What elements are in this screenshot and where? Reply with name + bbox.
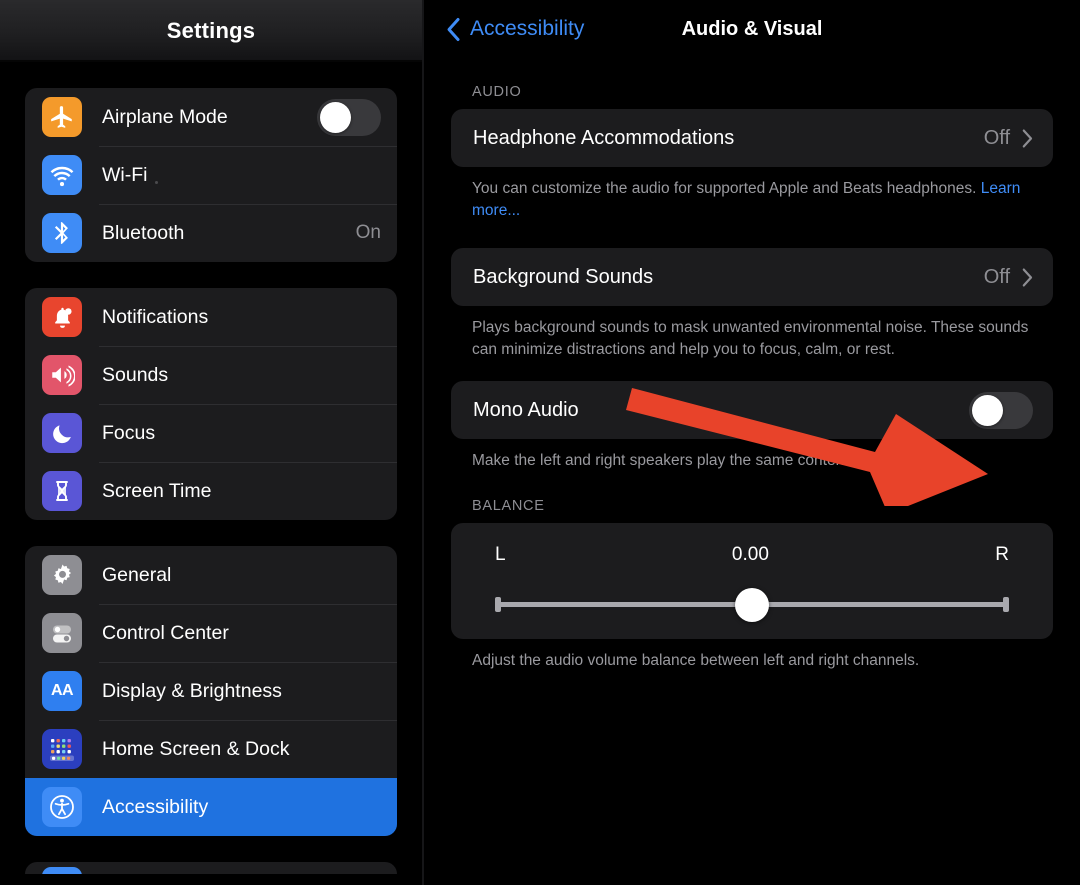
toggle-knob — [320, 101, 351, 133]
moon-icon — [42, 413, 82, 453]
chevron-right-icon — [1022, 268, 1033, 286]
bell-icon — [42, 297, 82, 337]
row-label: Background Sounds — [473, 265, 654, 288]
sidebar-item-label: Focus — [102, 421, 156, 444]
balance-right-label: R — [995, 544, 1009, 565]
row-value: Off — [983, 265, 1010, 288]
sidebar-item-control-center[interactable]: Control Center — [25, 604, 397, 662]
slider-left-cap — [495, 597, 501, 612]
sidebar-group-device: General Control Center AA Display & Brig… — [25, 546, 397, 836]
mono-audio-toggle[interactable] — [969, 391, 1033, 429]
slider-thumb[interactable] — [735, 588, 769, 622]
sidebar-item-display-brightness[interactable]: AA Display & Brightness — [25, 662, 397, 720]
headphone-accommodations-row[interactable]: Headphone Accommodations Off — [451, 109, 1053, 167]
mono-audio-footnote: Make the left and right speakers play th… — [472, 452, 853, 469]
sidebar-item-label: Bluetooth — [102, 221, 185, 244]
accessibility-icon — [42, 787, 82, 827]
background-sounds-card: Background Sounds Off — [451, 248, 1053, 306]
ipad-settings-screen: Settings Airplane Mode Wi-Fi Bluetooth O… — [0, 0, 1080, 885]
settings-sidebar: Settings Airplane Mode Wi-Fi Bluetooth O… — [0, 0, 422, 885]
sidebar-item-sounds[interactable]: Sounds — [25, 346, 397, 404]
sidebar-item-label: Screen Time — [102, 479, 212, 502]
detail-navigation-bar: Accessibility Audio & Visual — [424, 0, 1080, 58]
background-sounds-row[interactable]: Background Sounds Off — [451, 248, 1053, 306]
sidebar-item-wifi[interactable]: Wi-Fi — [25, 146, 397, 204]
section-spacer-3 — [424, 472, 1080, 498]
sidebar-item-notifications[interactable]: Notifications — [25, 288, 397, 346]
headphone-accommodations-card: Headphone Accommodations Off — [451, 109, 1053, 167]
speaker-icon — [42, 355, 82, 395]
mono-audio-row[interactable]: Mono Audio — [451, 381, 1053, 439]
headphone-accommodations-footnote: You can customize the audio for supporte… — [424, 167, 1080, 222]
footnote-text: You can customize the audio for supporte… — [472, 180, 981, 197]
aa-icon: AA — [42, 671, 82, 711]
sidebar-item-label: Notifications — [102, 305, 209, 328]
bluetooth-icon — [42, 213, 82, 253]
sidebar-item-label: Display & Brightness — [102, 679, 282, 702]
sidebar-item-general[interactable]: General — [25, 546, 397, 604]
gear-icon — [42, 555, 82, 595]
back-button[interactable]: Accessibility — [446, 0, 584, 58]
chevron-left-icon — [447, 17, 460, 41]
sidebar-item-value: On — [355, 222, 381, 243]
section-spacer-1 — [424, 222, 1080, 248]
sidebar-item-home-screen-dock[interactable]: Home Screen & Dock — [25, 720, 397, 778]
section-spacer-2 — [424, 361, 1080, 381]
page-title: Settings — [166, 18, 256, 43]
sliders-icon — [42, 613, 82, 653]
audio-visual-detail-pane: Accessibility Audio & Visual AUDIO Headp… — [422, 0, 1080, 885]
sidebar-item-airplane-mode[interactable]: Airplane Mode — [25, 88, 397, 146]
sidebar-header: Settings — [0, 0, 422, 62]
sidebar-item-label: Control Center — [102, 621, 229, 644]
balance-left-label: L — [495, 544, 506, 565]
partial-app-icon — [42, 867, 82, 874]
sidebar-item-label: Accessibility — [102, 795, 209, 818]
background-sounds-footnote: Plays background sounds to mask unwanted… — [472, 319, 1029, 358]
audio-section-header: AUDIO — [472, 84, 522, 100]
balance-labels: L 0.00 R — [451, 537, 1053, 573]
sidebar-item-label: Wi-Fi — [102, 163, 148, 186]
row-label: Mono Audio — [473, 398, 579, 421]
back-label: Accessibility — [470, 17, 585, 40]
sidebar-group-system: Notifications Sounds Focus Screen Time — [25, 288, 397, 520]
balance-value: 0.00 — [731, 544, 769, 565]
grid-icon — [42, 729, 82, 769]
wifi-status-dot — [155, 181, 159, 184]
sidebar-item-label: General — [102, 563, 172, 586]
sidebar-item-partial[interactable] — [25, 862, 397, 874]
balance-section-header: BALANCE — [472, 498, 545, 514]
sidebar-item-label: Sounds — [102, 363, 169, 386]
airplane-mode-toggle[interactable] — [317, 98, 381, 136]
mono-audio-card: Mono Audio — [451, 381, 1053, 439]
hourglass-icon — [42, 471, 82, 511]
wifi-icon — [42, 155, 82, 195]
slider-right-cap — [1003, 597, 1009, 612]
balance-card: L 0.00 R — [451, 523, 1053, 639]
sidebar-item-screen-time[interactable]: Screen Time — [25, 462, 397, 520]
sidebar-item-bluetooth[interactable]: Bluetooth On — [25, 204, 397, 262]
row-label: Headphone Accommodations — [473, 126, 735, 149]
sidebar-group-connectivity: Airplane Mode Wi-Fi Bluetooth On — [25, 88, 397, 262]
toggle-knob — [972, 394, 1003, 426]
airplane-icon — [42, 97, 82, 137]
sidebar-item-accessibility[interactable]: Accessibility — [25, 778, 397, 836]
balance-footnote: Adjust the audio volume balance between … — [472, 652, 920, 669]
sidebar-item-focus[interactable]: Focus — [25, 404, 397, 462]
sidebar-item-label: Airplane Mode — [102, 105, 228, 128]
chevron-right-icon — [1022, 129, 1033, 147]
balance-slider[interactable] — [495, 588, 1009, 622]
row-value: Off — [983, 126, 1010, 149]
sidebar-item-label: Home Screen & Dock — [102, 737, 290, 760]
